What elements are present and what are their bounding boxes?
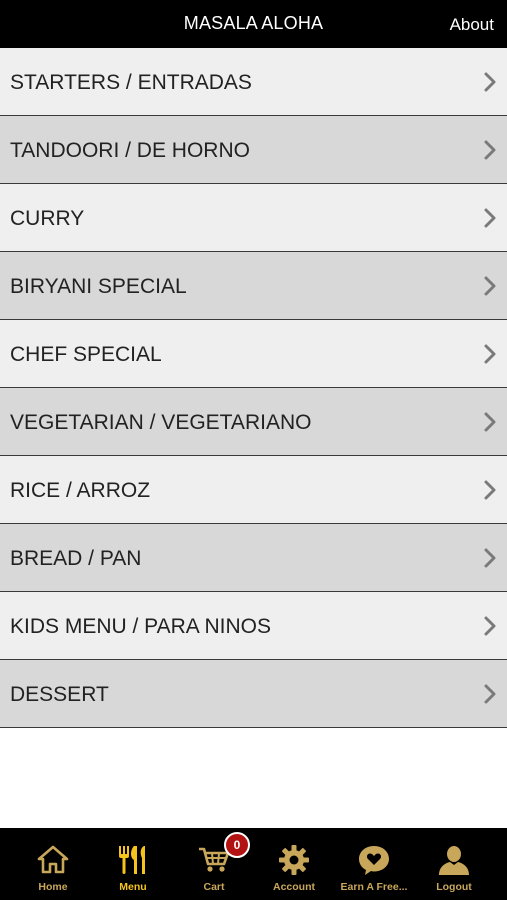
tab-home[interactable]: Home [13, 828, 93, 900]
menu-item-starters[interactable]: STARTERS / ENTRADAS [0, 48, 507, 116]
menu-item-label: BIRYANI SPECIAL [10, 275, 187, 298]
tab-earn-free[interactable]: Earn A Free... [334, 828, 414, 900]
menu-item-biryani-special[interactable]: BIRYANI SPECIAL [0, 252, 507, 320]
chevron-right-icon [484, 208, 496, 228]
menu-item-label: DESSERT [10, 683, 109, 706]
gear-icon [279, 845, 309, 875]
menu-item-label: CURRY [10, 207, 85, 230]
menu-item-label: VEGETARIAN / VEGETARIANO [10, 411, 312, 434]
chevron-right-icon [484, 412, 496, 432]
app-title: MASALA ALOHA [183, 13, 324, 33]
menu-item-kids-menu[interactable]: KIDS MENU / PARA NINOS [0, 592, 507, 660]
tab-account[interactable]: Account [254, 828, 334, 900]
menu-item-dessert[interactable]: DESSERT [0, 660, 507, 728]
menu-item-label: TANDOORI / DE HORNO [10, 139, 250, 162]
app-header: MASALA ALOHA About [0, 0, 507, 48]
user-icon [439, 846, 469, 875]
tab-menu[interactable]: Menu [93, 828, 173, 900]
heart-bubble-icon [359, 846, 389, 875]
tab-label: Logout [436, 881, 472, 893]
tab-label: Account [273, 881, 315, 893]
about-button[interactable]: About [450, 0, 494, 48]
chevron-right-icon [484, 72, 496, 92]
menu-item-tandoori[interactable]: TANDOORI / DE HORNO [0, 116, 507, 184]
chevron-right-icon [484, 276, 496, 296]
cart-count-badge: 0 [224, 832, 250, 858]
tab-cart[interactable]: 0 Cart [174, 828, 254, 900]
menu-item-vegetarian[interactable]: VEGETARIAN / VEGETARIANO [0, 388, 507, 456]
tab-logout[interactable]: Logout [414, 828, 494, 900]
bottom-tab-bar: Home Menu 0 Cart Account Earn A Free... … [0, 828, 507, 900]
home-icon [37, 845, 69, 874]
menu-category-list: STARTERS / ENTRADAS TANDOORI / DE HORNO … [0, 48, 507, 728]
menu-item-label: KIDS MENU / PARA NINOS [10, 615, 271, 638]
tab-label: Cart [203, 881, 225, 893]
menu-item-label: CHEF SPECIAL [10, 343, 162, 366]
menu-item-label: BREAD / PAN [10, 547, 142, 570]
menu-item-chef-special[interactable]: CHEF SPECIAL [0, 320, 507, 388]
chevron-right-icon [484, 344, 496, 364]
chevron-right-icon [484, 616, 496, 636]
chevron-right-icon [484, 480, 496, 500]
tab-label: Home [38, 881, 68, 893]
fork-knife-icon [119, 846, 145, 874]
menu-item-rice[interactable]: RICE / ARROZ [0, 456, 507, 524]
menu-item-label: RICE / ARROZ [10, 479, 151, 502]
tab-label: Earn A Free... [340, 881, 408, 893]
tab-label: Menu [119, 881, 147, 893]
chevron-right-icon [484, 548, 496, 568]
chevron-right-icon [484, 684, 496, 704]
chevron-right-icon [484, 140, 496, 160]
menu-item-label: STARTERS / ENTRADAS [10, 71, 252, 94]
menu-item-bread[interactable]: BREAD / PAN [0, 524, 507, 592]
menu-item-curry[interactable]: CURRY [0, 184, 507, 252]
